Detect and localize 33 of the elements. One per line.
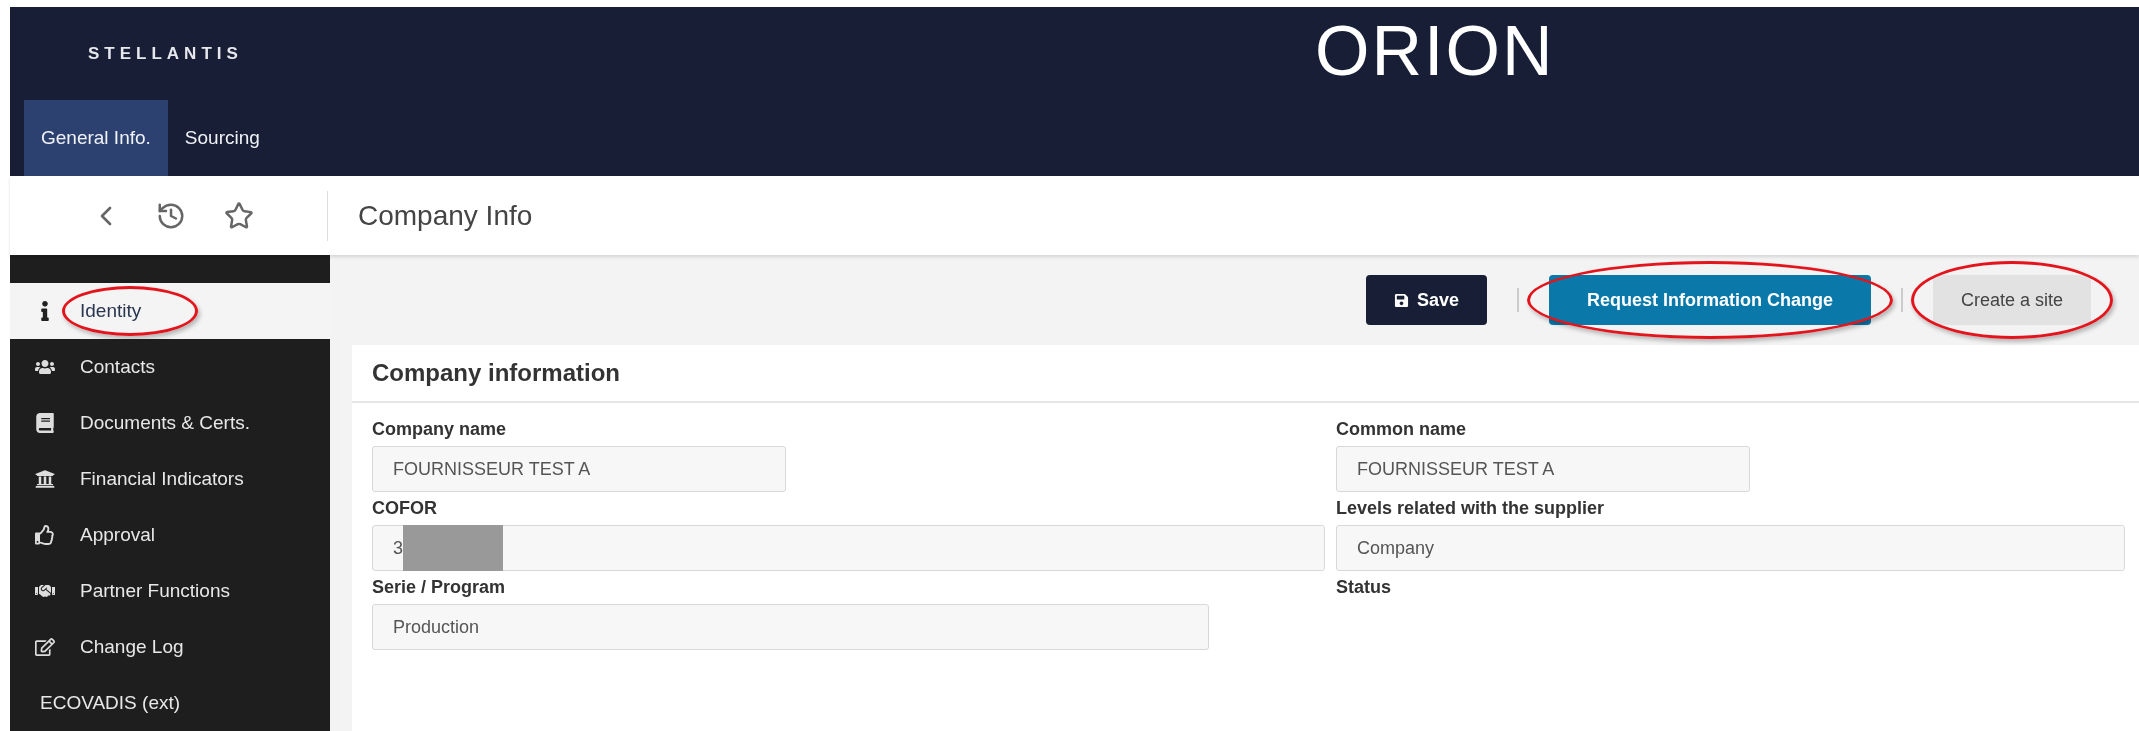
action-button[interactable]: Request Information Change <box>1548 275 1871 325</box>
field-label: Status <box>1336 577 1392 598</box>
sidebar-item-label: Partner Functions <box>80 580 230 602</box>
field-label: COFOR <box>372 498 438 519</box>
sidebar-item-label: Approval <box>80 524 155 546</box>
field-label: Company name <box>372 419 508 440</box>
input-field[interactable]: Company <box>1336 525 2125 571</box>
action-button[interactable]: Create a site <box>1932 275 2091 325</box>
field-label: Levels related with the supplier <box>1336 498 1606 519</box>
logo: STELLANTIS <box>88 43 243 64</box>
sidebar-item-icon <box>32 637 58 657</box>
field-label: Serie / Program <box>372 577 507 598</box>
card-title: Company information <box>352 345 2139 403</box>
star-icon[interactable] <box>224 200 254 231</box>
input-field[interactable]: 3 <box>372 525 1325 571</box>
field-label: Common name <box>1336 419 1468 440</box>
nav-tab[interactable]: General Info. <box>24 100 168 176</box>
input-field[interactable]: FOURNISSEUR TEST A <box>372 446 786 492</box>
sidebar-item-label: ECOVADIS (ext) <box>40 692 181 714</box>
sidebar-item-label: Change Log <box>80 636 184 658</box>
save-icon <box>1393 292 1409 308</box>
nav-tab[interactable]: Sourcing <box>167 100 277 176</box>
sidebar-item[interactable]: Identity <box>10 283 330 339</box>
page-title: Company Info <box>358 199 533 232</box>
sidebar-item-label: Contacts <box>80 356 155 378</box>
sidebar-item-icon <box>32 357 58 377</box>
sidebar-item-label: Documents & Certs. <box>80 412 250 434</box>
sidebar-item-label: Financial Indicators <box>80 468 244 490</box>
input-field[interactable]: FOURNISSEUR TEST A <box>1336 446 1750 492</box>
input-field[interactable]: Production <box>372 604 1209 650</box>
sidebar-item-label: Identity <box>80 300 142 322</box>
save-button[interactable]: Save <box>1365 275 1487 325</box>
app-title: ORION <box>1315 11 1555 91</box>
